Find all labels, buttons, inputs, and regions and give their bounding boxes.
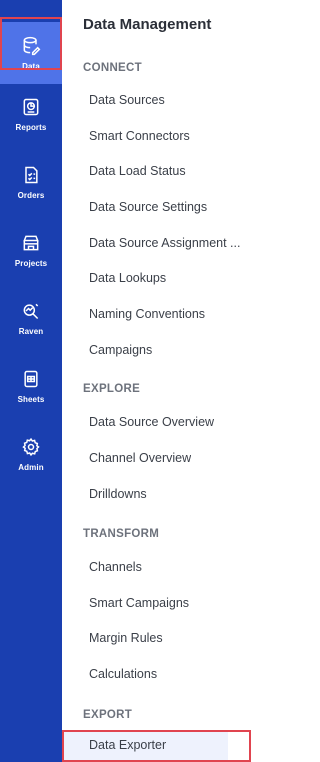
section-explore: EXPLORE <box>83 383 141 395</box>
nav-item-data-sources[interactable]: Data Sources <box>89 93 165 107</box>
rail-item-raven[interactable]: Raven <box>0 287 62 349</box>
nav-item-campaigns[interactable]: Campaigns <box>89 343 152 357</box>
rail-label-reports: Reports <box>15 122 47 132</box>
sheets-icon <box>24 370 38 387</box>
nav-item-data-source-assignment[interactable]: Data Source Assignment ... <box>89 236 240 250</box>
database-icon <box>23 36 41 55</box>
nav-item-data-exporter[interactable]: Data Exporter <box>62 730 228 762</box>
nav-item-data-source-overview[interactable]: Data Source Overview <box>89 415 214 429</box>
nav-item-naming-conventions[interactable]: Naming Conventions <box>89 307 205 321</box>
nav-item-data-exporter-label: Data Exporter <box>89 738 167 752</box>
rail-item-admin[interactable]: Admin <box>0 423 62 485</box>
raven-icon <box>23 303 39 319</box>
nav-item-channel-overview[interactable]: Channel Overview <box>89 451 191 465</box>
nav-item-drilldowns[interactable]: Drilldowns <box>89 487 147 501</box>
rail-item-data[interactable]: Data <box>0 22 62 84</box>
panel-title: Data Management <box>83 16 212 33</box>
rail-label-raven: Raven <box>18 326 44 336</box>
nav-item-smart-campaigns[interactable]: Smart Campaigns <box>89 596 189 610</box>
rail-item-orders[interactable]: Orders <box>0 151 62 213</box>
nav-item-data-lookups[interactable]: Data Lookups <box>89 271 166 285</box>
rail-item-reports[interactable]: Reports <box>0 83 62 145</box>
nav-item-calculations[interactable]: Calculations <box>89 667 157 681</box>
rail-label-projects: Projects <box>14 258 48 268</box>
gear-icon <box>22 437 40 456</box>
projects-icon <box>23 235 39 250</box>
icon-rail: Data Reports Orders Projects Raven Sheet… <box>0 0 62 762</box>
nav-item-margin-rules[interactable]: Margin Rules <box>89 631 163 645</box>
rail-item-sheets[interactable]: Sheets <box>0 355 62 417</box>
orders-icon <box>25 166 38 183</box>
section-transform: TRANSFORM <box>83 528 160 540</box>
rail-label-sheets: Sheets <box>17 394 45 404</box>
rail-label-orders: Orders <box>17 190 45 200</box>
rail-label-data: Data <box>22 61 40 71</box>
nav-item-data-source-settings[interactable]: Data Source Settings <box>89 200 207 214</box>
rail-label-admin: Admin <box>18 462 44 472</box>
reports-icon <box>23 98 39 115</box>
section-export: EXPORT <box>83 709 133 721</box>
nav-item-smart-connectors[interactable]: Smart Connectors <box>89 129 190 143</box>
nav-item-data-load-status[interactable]: Data Load Status <box>89 164 186 178</box>
nav-item-channels[interactable]: Channels <box>89 560 142 574</box>
data-management-panel: Data Management CONNECT Data Sources Sma… <box>62 0 261 762</box>
section-connect: CONNECT <box>83 62 142 74</box>
rail-item-projects[interactable]: Projects <box>0 219 62 281</box>
